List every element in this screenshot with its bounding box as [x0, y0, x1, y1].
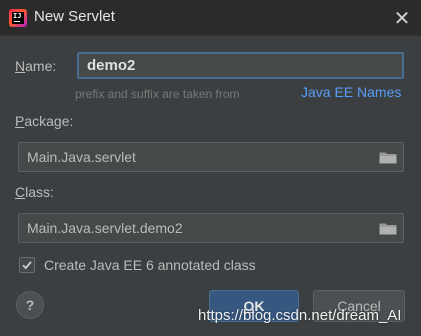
package-label: Package:	[15, 113, 74, 129]
close-icon: ✕	[393, 6, 411, 30]
class-field[interactable]: Main.Java.servlet.demo2	[18, 213, 404, 243]
watermark: https://blog.csdn.net/dream_AI	[198, 307, 402, 324]
class-value: Main.Java.servlet.demo2	[27, 220, 183, 236]
java-ee-names-link[interactable]: Java EE Names	[301, 84, 401, 100]
window-title: New Servlet	[34, 8, 115, 25]
folder-icon[interactable]	[379, 151, 397, 164]
name-input[interactable]: demo2	[77, 52, 404, 79]
annotated-class-checkbox[interactable]	[19, 257, 35, 273]
folder-icon[interactable]	[379, 222, 397, 235]
title-bar: IJ New Servlet ✕	[0, 0, 421, 36]
help-icon: ?	[25, 297, 35, 313]
annotated-class-label[interactable]: Create Java EE 6 annotated class	[44, 257, 256, 273]
checkmark-icon	[22, 261, 32, 270]
package-value: Main.Java.servlet	[27, 149, 136, 165]
close-button[interactable]: ✕	[387, 3, 417, 33]
name-hint: prefix and suffix are taken from	[75, 87, 240, 101]
package-field[interactable]: Main.Java.servlet	[18, 142, 404, 172]
help-button[interactable]: ?	[16, 291, 44, 319]
class-label: Class:	[15, 184, 54, 200]
intellij-idea-icon: IJ	[9, 9, 27, 27]
name-label: Name:	[15, 58, 57, 74]
